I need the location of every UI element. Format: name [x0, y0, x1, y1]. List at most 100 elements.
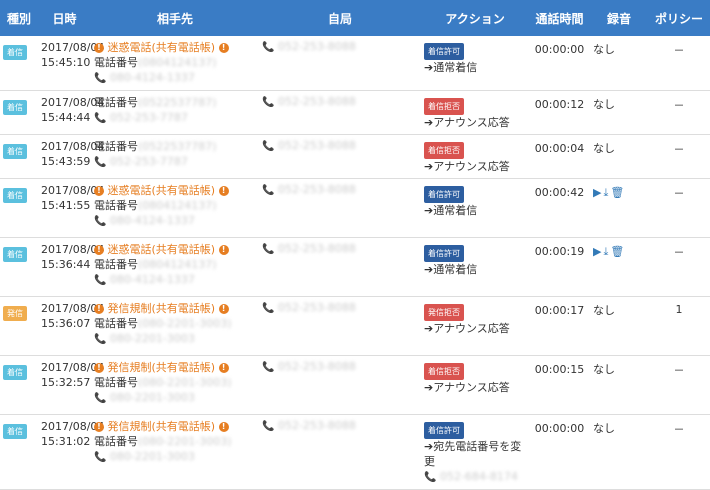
self-number: 052-253-8088 [277, 242, 356, 255]
party-label[interactable]: ! 迷惑電話(共有電話帳) ! [94, 183, 256, 198]
call-date: 2017/08/04 [41, 361, 105, 374]
header-recording[interactable]: 録音 [590, 0, 648, 36]
warning-icon: ! [94, 186, 104, 196]
table-header-row: 種別 日時 相手先 自局 アクション 通話時間 録音 ポリシー [0, 0, 710, 36]
phone-icon: 📞 [94, 216, 107, 227]
call-time: 15:44:44 [41, 111, 91, 124]
kind-badge: 着信 [3, 100, 27, 115]
action-text: ➔通常着信 [424, 204, 478, 217]
duration: 00:00:17 [529, 296, 590, 356]
tel-number: (0522537787) [138, 140, 217, 153]
play-icon[interactable]: ▶ [593, 186, 601, 199]
table-row[interactable]: 着信 2017/08/04 15:45:10 ! 迷惑電話(共有電話帳) ! 電話番… [0, 36, 710, 91]
call-time: 15:36:07 [41, 317, 91, 330]
action-text: ➔アナウンス応答 [424, 160, 510, 173]
tel-number-formatted: 052-253-7787 [109, 111, 188, 124]
duration: 00:00:12 [529, 90, 590, 135]
call-time: 15:32:57 [41, 376, 91, 389]
action-badge: 発信拒否 [424, 304, 464, 321]
warning-icon: ! [218, 363, 229, 373]
table-row[interactable]: 着信 2017/08/04 15:36:44 ! 迷惑電話(共有電話帳) ! 電話番… [0, 237, 710, 297]
party-label[interactable]: ! 迷惑電話(共有電話帳) ! [94, 40, 256, 55]
self-number: 052-253-8088 [277, 183, 356, 196]
header-party[interactable]: 相手先 [91, 0, 259, 36]
phone-icon: 📞 [262, 303, 275, 314]
tel-number-formatted: 080-4124-1337 [109, 214, 195, 227]
table-row[interactable]: 着信 2017/08/04 15:41:55 ! 迷惑電話(共有電話帳) ! 電話番… [0, 178, 710, 238]
action-text: ➔通常着信 [424, 263, 478, 276]
policy: － [648, 414, 710, 490]
tel-number-formatted: 080-2201-3003 [109, 450, 195, 463]
action-badge: 着信拒否 [424, 98, 464, 115]
policy: － [648, 90, 710, 135]
warning-icon: ! [94, 304, 104, 314]
call-date: 2017/08/04 [41, 96, 105, 109]
phone-icon: 📞 [94, 334, 107, 345]
kind-badge: 着信 [3, 247, 27, 262]
tel-prefix: 電話番号 [94, 56, 138, 69]
self-number: 052-253-8088 [277, 40, 356, 53]
action-badge: 着信許可 [424, 43, 464, 60]
phone-icon: 📞 [94, 73, 107, 84]
tel-prefix: 電話番号 [94, 96, 138, 109]
call-date: 2017/08/04 [41, 243, 105, 256]
play-icon[interactable]: ▶ [593, 245, 601, 258]
tel-prefix: 電話番号 [94, 317, 138, 330]
warning-icon: ! [218, 304, 229, 314]
call-date: 2017/08/04 [41, 184, 105, 197]
header-action[interactable]: アクション [421, 0, 529, 36]
self-number: 052-253-8088 [277, 139, 356, 152]
download-icon[interactable]: ⤓ [603, 186, 608, 199]
phone-icon: 📞 [94, 113, 107, 124]
call-date: 2017/08/04 [41, 420, 105, 433]
header-self[interactable]: 自局 [259, 0, 421, 36]
warning-icon: ! [94, 363, 104, 373]
table-row[interactable]: 着信 2017/08/04 15:44:44 電話番号(0522537787) 📞 … [0, 90, 710, 135]
duration: 00:00:04 [529, 134, 590, 179]
recording-text: なし [593, 363, 615, 376]
policy: － [648, 178, 710, 238]
header-duration[interactable]: 通話時間 [529, 0, 590, 36]
call-log-table: 種別 日時 相手先 自局 アクション 通話時間 録音 ポリシー 着信 2017/… [0, 0, 710, 490]
recording-text: なし [593, 304, 615, 317]
table-row[interactable]: 着信 2017/08/04 15:43:59 電話番号(0522537787) 📞 … [0, 134, 710, 179]
duration: 00:00:00 [529, 36, 590, 91]
header-datetime[interactable]: 日時 [38, 0, 91, 36]
table-row[interactable]: 着信 2017/08/04 15:32:57 ! 発信規制(共有電話帳) ! 電話番… [0, 355, 710, 415]
party-label[interactable]: ! 迷惑電話(共有電話帳) ! [94, 242, 256, 257]
tel-number: (080-2201-3003) [138, 435, 232, 448]
call-time: 15:31:02 [41, 435, 91, 448]
delete-icon[interactable]: 🗑 [610, 186, 624, 199]
party-label[interactable]: ! 発信規制(共有電話帳) ! [94, 360, 256, 375]
party-label[interactable]: ! 発信規制(共有電話帳) ! [94, 301, 256, 316]
tel-number: (080-2201-3003) [138, 376, 232, 389]
tel-number: (0804124137) [138, 258, 217, 271]
phone-icon: 📞 [262, 97, 275, 108]
tel-number-formatted: 080-4124-1337 [109, 71, 195, 84]
policy: － [648, 355, 710, 415]
table-row[interactable]: 発信 2017/08/04 15:36:07 ! 発信規制(共有電話帳) ! 電話番… [0, 296, 710, 356]
action-number: 052-684-8174 [439, 470, 518, 483]
table-row[interactable]: 着信 2017/08/04 15:31:02 ! 発信規制(共有電話帳) ! 電話番… [0, 414, 710, 490]
policy: － [648, 237, 710, 297]
policy: 1 [648, 296, 710, 356]
warning-icon: ! [218, 186, 229, 196]
tel-number-formatted: 080-4124-1337 [109, 273, 195, 286]
kind-badge: 着信 [3, 424, 27, 439]
header-policy[interactable]: ポリシー [648, 0, 710, 36]
tel-prefix: 電話番号 [94, 140, 138, 153]
tel-prefix: 電話番号 [94, 376, 138, 389]
tel-prefix: 電話番号 [94, 258, 138, 271]
duration: 00:00:19 [529, 237, 590, 297]
self-number: 052-253-8088 [277, 95, 356, 108]
phone-icon: 📞 [94, 393, 107, 404]
delete-icon[interactable]: 🗑 [610, 245, 624, 258]
party-label[interactable]: ! 発信規制(共有電話帳) ! [94, 419, 256, 434]
download-icon[interactable]: ⤓ [603, 245, 608, 258]
action-badge: 着信拒否 [424, 363, 464, 380]
recording-text: なし [593, 98, 615, 111]
self-number: 052-253-8088 [277, 419, 356, 432]
header-kind[interactable]: 種別 [0, 0, 38, 36]
warning-icon: ! [218, 245, 229, 255]
call-time: 15:43:59 [41, 155, 91, 168]
